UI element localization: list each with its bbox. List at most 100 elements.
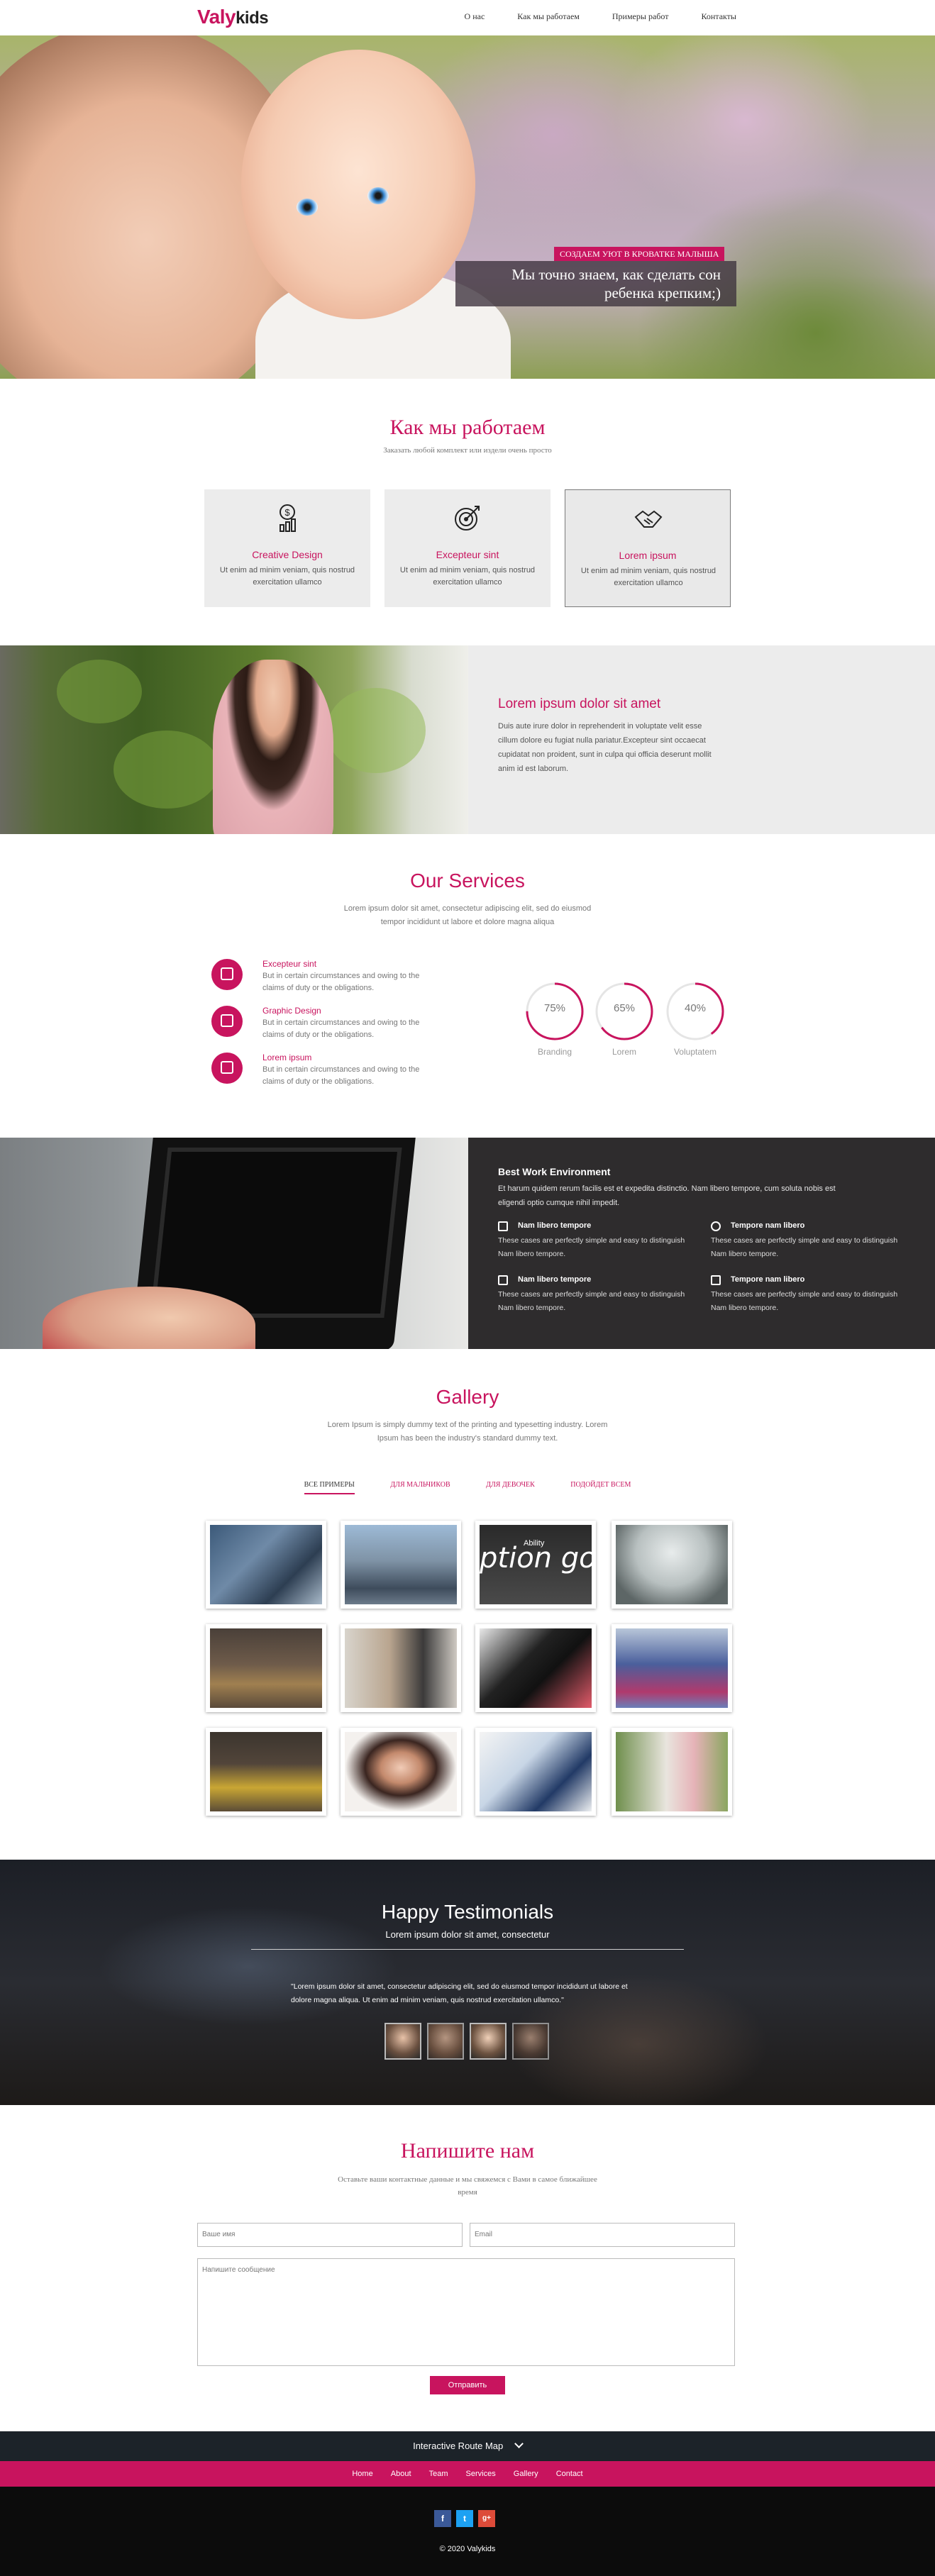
about-section: Lorem ipsum dolor sit amet Duis aute iru… — [0, 645, 935, 834]
how-card-text: Ut enim ad minim veniam, quis nostrud ex… — [399, 566, 536, 587]
how-card-title: Lorem ipsum — [619, 550, 677, 561]
service-text: But in certain circumstances and owing t… — [262, 1065, 420, 1086]
email-field[interactable]: Email — [470, 2223, 735, 2247]
testimonial-avatar[interactable] — [384, 2023, 421, 2060]
services-title: Our Services — [410, 870, 525, 892]
how-card-2[interactable]: Excepteur sint Ut enim ad minim veniam, … — [384, 489, 551, 607]
progress-ring-value: 40% — [684, 1002, 707, 1014]
feature-title: Tempore nam libero — [731, 1275, 805, 1284]
service-text: But in certain circumstances and owing t… — [262, 972, 420, 992]
logo[interactable]: Valykids — [197, 6, 269, 28]
progress-ring-branding: 75% Branding — [525, 982, 585, 1057]
service-title: Graphic Design — [262, 1006, 321, 1016]
checklist-icon — [498, 1275, 508, 1285]
testimonial-avatar[interactable] — [512, 2023, 549, 2060]
how-card-text: Ut enim ad minim veniam, quis nostrud ex… — [580, 567, 717, 587]
gallery-thumb[interactable] — [612, 1728, 732, 1816]
service-item-3[interactable]: Lorem ipsum But in certain circumstances… — [211, 1053, 467, 1095]
gallery-thumb[interactable] — [206, 1728, 326, 1816]
progress-ring-value: 75% — [543, 1002, 566, 1014]
hero-photo-baby — [241, 50, 475, 319]
about-photo-woman — [213, 660, 333, 834]
feature-text: These cases are perfectly simple and eas… — [711, 1290, 898, 1312]
about-title: Lorem ipsum dolor sit amet — [498, 696, 661, 711]
gallery-thumb[interactable] — [612, 1624, 732, 1712]
testimonial-quote: "Lorem ipsum dolor sit amet, consectetur… — [291, 1982, 628, 2004]
svg-text:$: $ — [284, 507, 290, 518]
contact-subtitle-2: время — [458, 2188, 477, 2197]
how-card-title: Excepteur sint — [436, 549, 499, 560]
testimonial-avatar[interactable] — [470, 2023, 507, 2060]
feature-text: These cases are perfectly simple and eas… — [711, 1236, 898, 1258]
gallery-title: Gallery — [436, 1386, 499, 1408]
progress-ring-label: Lorem — [612, 1047, 636, 1057]
how-title: Как мы работаем — [389, 416, 546, 439]
testimonials-title: Happy Testimonials — [381, 1901, 554, 1923]
gallery-thumb[interactable]: ption goe Ability — [475, 1521, 596, 1609]
hero-baby-eye-right — [367, 187, 389, 204]
clock-icon — [711, 1221, 721, 1231]
filter-everyone[interactable]: ПОДОЙДЕТ ВСЕМ — [570, 1481, 631, 1493]
how-card-1[interactable]: $ Creative Design Ut enim ad minim venia… — [204, 489, 370, 607]
footer-nav-about[interactable]: About — [391, 2470, 411, 2478]
work-intro: Et harum quidem rerum facilis est et exp… — [498, 1184, 836, 1207]
testimonials-divider — [251, 1949, 684, 1950]
progress-ring-voluptatem: 40% Voluptatem — [665, 982, 725, 1057]
footer-nav-home[interactable]: Home — [352, 2470, 372, 2478]
feature-text: These cases are perfectly simple and eas… — [498, 1236, 685, 1258]
main-nav: О нас Как мы работаем Примеры работ Конт… — [432, 11, 736, 22]
footer-nav-team[interactable]: Team — [429, 2470, 448, 2478]
service-text: But in certain circumstances and owing t… — [262, 1018, 420, 1039]
filter-boys[interactable]: ДЛЯ МАЛЬЧИКОВ — [390, 1481, 450, 1493]
progress-ring-value: 65% — [613, 1002, 636, 1014]
gallery-thumb[interactable] — [612, 1521, 732, 1609]
gallery-thumb[interactable] — [341, 1624, 461, 1712]
filter-girls[interactable]: ДЛЯ ДЕВОЧЕК — [486, 1481, 535, 1493]
facebook-icon[interactable]: f — [434, 2510, 451, 2527]
handshake-icon — [634, 510, 663, 528]
nav-contacts[interactable]: Контакты — [701, 11, 736, 22]
work-photo — [0, 1138, 468, 1349]
footer-bottom: f t g+ © 2020 Valykids — [0, 2487, 935, 2576]
progress-ring-label: Voluptatem — [673, 1047, 717, 1057]
hero-baby-eye-left — [297, 199, 318, 216]
feature-title: Nam libero tempore — [518, 1221, 592, 1230]
hero-tagline: СОЗДАЕМ УЮТ В КРОВАТКЕ МАЛЫША — [554, 247, 725, 261]
testimonials-subtitle: Lorem ipsum dolor sit amet, consectetur — [385, 1929, 550, 1940]
hero-caption-line-2: ребенка крепким;) — [604, 284, 721, 301]
service-item-1[interactable]: Excepteur sint But in certain circumstan… — [211, 959, 467, 1001]
gallery-thumb[interactable] — [475, 1624, 596, 1712]
how-card-3[interactable]: Lorem ipsum Ut enim ad minim veniam, qui… — [565, 489, 731, 607]
route-map-label: Interactive Route Map — [413, 2441, 504, 2451]
gallery-thumb[interactable] — [206, 1624, 326, 1712]
gallery-thumb[interactable] — [475, 1728, 596, 1816]
footer-nav-contact[interactable]: Contact — [556, 2470, 583, 2478]
chevron-down-icon — [514, 2439, 524, 2448]
filter-all[interactable]: ВСЕ ПРИМЕРЫ — [304, 1481, 355, 1494]
google-plus-icon[interactable]: g+ — [478, 2510, 495, 2527]
about-text: Duis aute irure dolor in reprehenderit i… — [498, 722, 712, 773]
gallery-thumb[interactable] — [341, 1521, 461, 1609]
twitter-icon[interactable]: t — [456, 2510, 473, 2527]
site-header: Valykids О нас Как мы работаем Примеры р… — [0, 0, 935, 35]
name-field[interactable]: Ваше имя — [197, 2223, 463, 2247]
nav-portfolio[interactable]: Примеры работ — [612, 11, 669, 22]
testimonials-section: Happy Testimonials Lorem ipsum dolor sit… — [0, 1860, 935, 2105]
route-map-bar[interactable]: Interactive Route Map — [0, 2431, 935, 2461]
service-item-2[interactable]: Graphic Design But in certain circumstan… — [211, 1006, 467, 1048]
footer-nav-gallery[interactable]: Gallery — [514, 2470, 538, 2478]
nav-about[interactable]: О нас — [465, 11, 485, 22]
footer-nav: Home About Team Services Gallery Contact — [0, 2461, 935, 2487]
gallery-thumb[interactable] — [341, 1728, 461, 1816]
footer-nav-services[interactable]: Services — [466, 2470, 496, 2478]
testimonial-avatar[interactable] — [427, 2023, 464, 2060]
work-title: Best Work Environment — [498, 1166, 611, 1177]
gallery-subtitle-2: Ipsum has been the industry's standard d… — [377, 1434, 558, 1443]
nav-how-we-work[interactable]: Как мы работаем — [517, 11, 580, 22]
message-field[interactable]: Напишите сообщение — [197, 2258, 735, 2366]
gallery-thumb[interactable] — [206, 1521, 326, 1609]
send-button[interactable]: Отправить — [430, 2376, 505, 2394]
edit-icon — [498, 1221, 508, 1231]
chart-icon — [211, 959, 243, 990]
contact-title: Напишите нам — [400, 2139, 535, 2163]
